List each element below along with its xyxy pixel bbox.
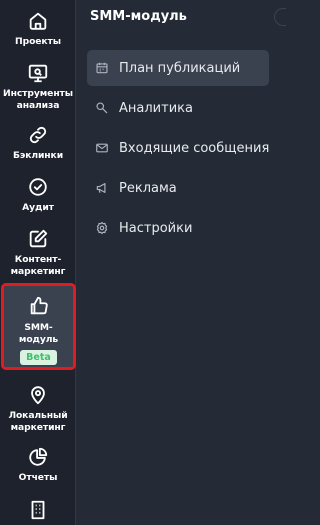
menu-item-settings[interactable]: Настройки <box>87 210 269 246</box>
gear-icon <box>95 221 109 235</box>
megaphone-icon <box>95 181 109 195</box>
sidebar-item-label: Инструменты анализа <box>3 88 73 111</box>
mail-icon <box>95 141 109 155</box>
menu-item-label: Реклама <box>119 180 177 196</box>
app-window: Проекты Инструменты анализа Бэклинки Ауд… <box>0 0 286 525</box>
sidebar-item-reports[interactable]: Отчеты <box>0 446 76 484</box>
sidebar-item-smm-module[interactable]: SMM- модуль Beta <box>1 283 76 370</box>
menu-item-analytics[interactable]: Аналитика <box>87 90 269 126</box>
sidebar-item-projects[interactable]: Проекты <box>0 10 76 48</box>
building-icon <box>27 499 49 521</box>
menu-item-label: Аналитика <box>119 100 193 116</box>
check-circle-icon <box>27 176 49 198</box>
sidebar-item-label: Контент- маркетинг <box>10 254 66 277</box>
collapse-handle[interactable] <box>274 8 286 26</box>
sidebar-item-local-marketing[interactable]: Локальный маркетинг <box>0 384 76 433</box>
pie-chart-icon <box>27 446 49 468</box>
sidebar-item-label: Аудит <box>22 202 54 213</box>
sidebar-item-label: SMM- модуль <box>18 322 59 345</box>
beta-badge: Beta <box>20 350 57 365</box>
home-icon <box>27 10 49 32</box>
sidebar-item-label: Проекты <box>15 36 61 47</box>
link-icon <box>27 124 49 146</box>
monitor-icon <box>27 62 49 84</box>
edit-icon <box>27 228 49 250</box>
sidebar-item-audit[interactable]: Аудит <box>0 176 76 214</box>
sidebar-item-label: Отчеты <box>18 472 58 483</box>
menu-item-publication-plan[interactable]: План публикаций <box>87 50 269 86</box>
main-sidebar: Проекты Инструменты анализа Бэклинки Ауд… <box>0 0 76 525</box>
sidebar-item-backlinks[interactable]: Бэклинки <box>0 124 76 162</box>
sidebar-item-content-marketing[interactable]: Контент- маркетинг <box>0 228 76 277</box>
calendar-icon <box>95 61 109 75</box>
search-icon <box>95 101 109 115</box>
smm-panel: SMM-модуль План публикаций Аналитика Вхо… <box>79 0 286 525</box>
sidebar-item-label: Бэклинки <box>12 150 64 161</box>
sidebar-item-analysis-tools[interactable]: Инструменты анализа <box>0 62 76 111</box>
sidebar-item-label: Локальный маркетинг <box>8 410 68 433</box>
menu-item-ads[interactable]: Реклама <box>87 170 269 206</box>
map-pin-icon <box>27 384 49 406</box>
menu-item-label: План публикаций <box>119 60 241 76</box>
menu-item-label: Настройки <box>119 220 193 236</box>
sidebar-item-building[interactable] <box>0 499 76 521</box>
panel-title: SMM-модуль <box>90 9 187 24</box>
menu-item-label: Входящие сообщения <box>119 140 270 156</box>
thumbs-up-icon <box>28 295 50 317</box>
menu-item-inbox[interactable]: Входящие сообщения <box>87 130 269 166</box>
